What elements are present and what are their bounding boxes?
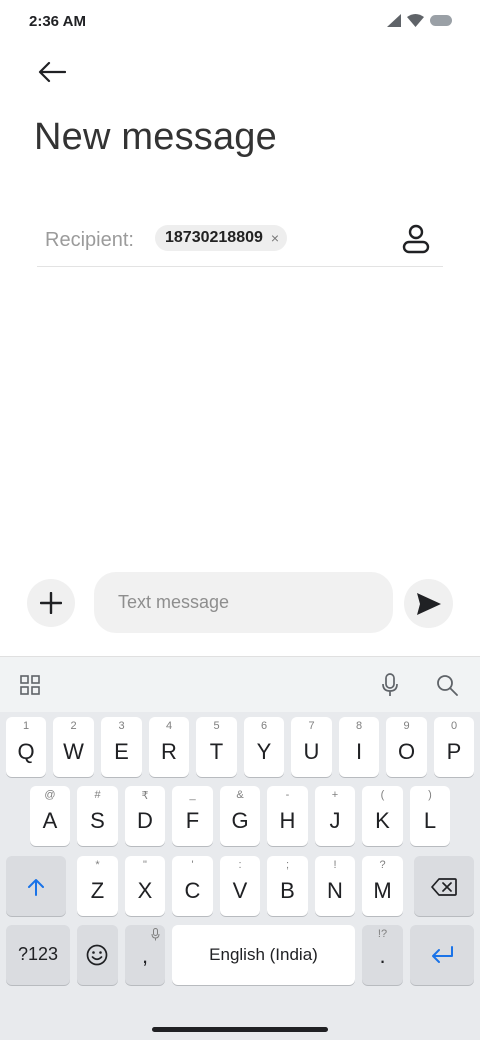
add-attachment-button[interactable] — [27, 579, 75, 627]
send-button[interactable] — [404, 579, 453, 628]
key-j[interactable]: + J — [315, 786, 355, 846]
keyboard-search-button[interactable] — [433, 671, 461, 699]
recipient-row[interactable]: Recipient: 18730218809 × — [37, 214, 443, 267]
key-v[interactable]: :V — [220, 856, 260, 916]
key-z[interactable]: * Z — [77, 856, 118, 916]
enter-icon — [432, 946, 453, 963]
key-f[interactable]: _ F — [172, 786, 213, 846]
grid-icon — [20, 675, 40, 695]
navigation-handle[interactable] — [152, 1027, 328, 1032]
space-key[interactable]: English (India) — [172, 925, 355, 985]
key-t[interactable]: 5T — [196, 717, 237, 777]
search-icon — [437, 675, 458, 696]
key-n[interactable]: ! N — [315, 856, 355, 916]
key-b[interactable]: ; B — [267, 856, 308, 916]
battery-icon — [430, 15, 452, 26]
recipient-label: Recipient: — [45, 229, 134, 251]
key-e[interactable]: 3E — [101, 717, 142, 777]
person-icon — [402, 224, 430, 254]
period-key[interactable]: !?. — [362, 925, 403, 985]
key-l[interactable]: ) L — [410, 786, 450, 846]
contact-picker-button[interactable] — [401, 222, 431, 256]
key-w[interactable]: 2W — [53, 717, 94, 777]
recipient-chip-number: 18730218809 — [165, 229, 263, 246]
key-m[interactable]: ? M — [362, 856, 403, 916]
key-d[interactable]: ₹ D — [125, 786, 165, 846]
key-u[interactable]: 7U — [291, 717, 332, 777]
key-q[interactable]: 1Q — [6, 717, 46, 777]
recipient-chip[interactable]: 18730218809 × — [155, 225, 288, 251]
microphone-icon — [382, 673, 398, 696]
shift-key[interactable] — [6, 856, 66, 916]
send-icon — [416, 592, 441, 615]
keyboard: 1Q 2W 3E 4R 5T 6Y 7U 8I 9O 0P @ A # S ₹ D _… — [0, 656, 480, 1040]
apps-grid-button[interactable] — [16, 671, 44, 699]
voice-input-button[interactable] — [376, 671, 404, 699]
backspace-key[interactable] — [414, 856, 474, 916]
plus-icon — [40, 592, 62, 614]
key-a[interactable]: @ A — [30, 786, 70, 846]
status-icons — [387, 14, 452, 27]
symbols-key[interactable]: ?123 — [6, 925, 70, 985]
remove-recipient-icon[interactable]: × — [271, 231, 279, 245]
key-c[interactable]: ' C — [172, 856, 213, 916]
key-k[interactable]: (K — [362, 786, 403, 846]
key-i[interactable]: 8I — [339, 717, 379, 777]
status-bar: 2:36 AM — [0, 0, 480, 44]
wifi-icon — [407, 14, 424, 27]
back-button[interactable] — [32, 54, 72, 90]
comma-key[interactable]: , — [125, 925, 165, 985]
page-title: New message — [34, 116, 277, 158]
back-arrow-icon — [38, 61, 66, 83]
key-o[interactable]: 9O — [386, 717, 427, 777]
key-r[interactable]: 4R — [149, 717, 189, 777]
backspace-icon — [431, 878, 457, 896]
message-input[interactable] — [94, 572, 393, 633]
keyboard-toolbar — [0, 656, 480, 712]
signal-icon — [387, 14, 401, 27]
emoji-icon — [86, 944, 108, 966]
key-h[interactable]: -H — [267, 786, 308, 846]
key-s[interactable]: # S — [77, 786, 118, 846]
key-y[interactable]: 6Y — [244, 717, 284, 777]
emoji-key[interactable] — [77, 925, 118, 985]
key-p[interactable]: 0P — [434, 717, 474, 777]
microphone-hint-icon — [151, 928, 160, 941]
enter-key[interactable] — [410, 925, 474, 985]
status-time: 2:36 AM — [29, 13, 86, 30]
key-g[interactable]: & G — [220, 786, 260, 846]
shift-arrow-icon — [28, 879, 44, 896]
key-x[interactable]: " X — [125, 856, 165, 916]
